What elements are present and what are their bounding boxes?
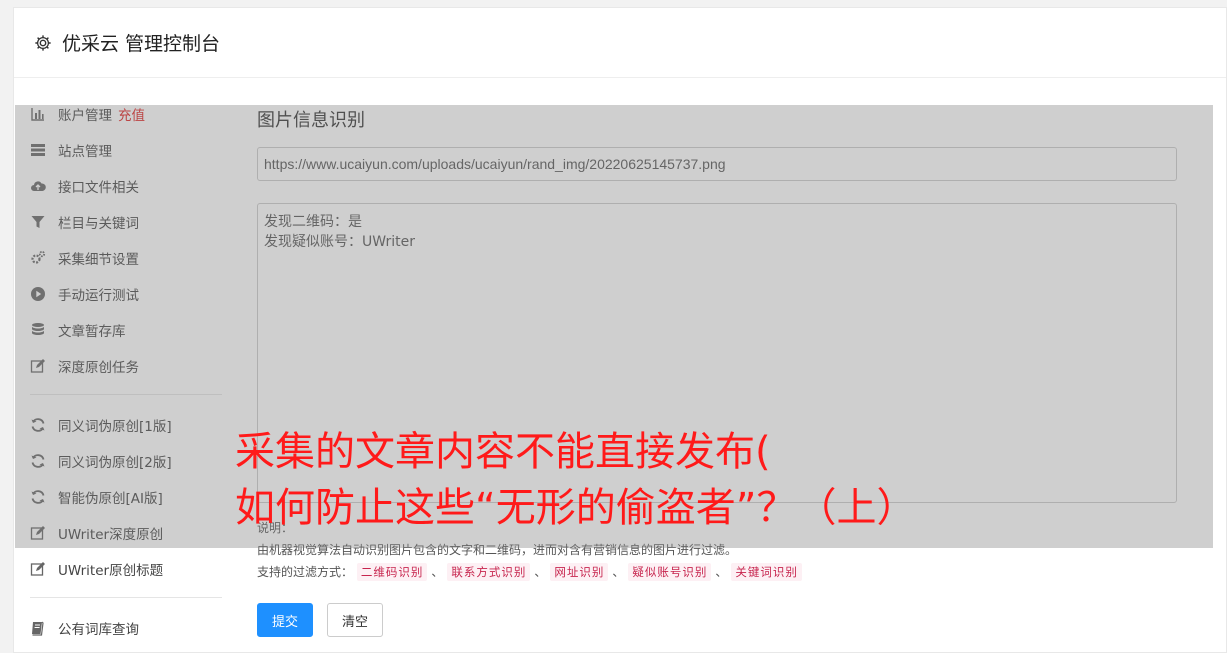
filter-icon	[30, 214, 46, 230]
edit-icon	[30, 525, 46, 541]
sidebar-item-label: 站点管理	[58, 144, 112, 160]
gear-icon	[34, 34, 52, 52]
sidebar-divider	[30, 597, 222, 598]
sidebar-item-label: UWriter深度原创	[58, 527, 164, 543]
sidebar-item-deep-original-task[interactable]: 深度原创任务	[30, 348, 222, 384]
overlay-caption-line: 如何防止这些“无形的偷盗者”？（上）	[235, 485, 917, 531]
sidebar-item-label: 深度原创任务	[58, 360, 139, 376]
sidebar-item-label: 采集细节设置	[58, 252, 139, 268]
sidebar-item-label: 同义词伪原创[1版]	[58, 419, 172, 435]
section-title: 图片信息识别	[257, 110, 365, 131]
sidebar-item-label: 账户管理	[58, 108, 112, 124]
sidebar-item-label: 手动运行测试	[58, 288, 139, 304]
sidebar-item-label: 公有词库查询	[58, 622, 139, 638]
book-icon	[30, 620, 46, 636]
sidebar-item-article-store[interactable]: 文章暂存库	[30, 312, 222, 348]
result-line: 发现二维码：是	[264, 214, 362, 230]
result-line: 发现疑似账号：UWriter	[264, 234, 415, 250]
overlay-caption: 采集的文章内容不能直接发布( 如何防止这些“无形的偷盗者”？（上）	[235, 424, 916, 536]
sidebar-item-interface-files[interactable]: 接口文件相关	[30, 168, 222, 204]
refresh-icon	[30, 417, 46, 433]
sidebar-item-synonym-v1[interactable]: 同义词伪原创[1版]	[30, 407, 222, 443]
notes-description: 由机器视觉算法自动识别图片包含的文字和二维码，进而对含有营销信息的图片进行过滤。	[257, 543, 738, 557]
submit-button[interactable]: 提交	[257, 603, 314, 637]
clear-button[interactable]: 清空	[327, 603, 384, 637]
sidebar-item-label: 接口文件相关	[58, 180, 139, 196]
edit-icon	[30, 358, 46, 374]
filter-separator: 、	[715, 565, 728, 579]
image-url-input[interactable]	[257, 147, 1177, 181]
refresh-icon	[30, 453, 46, 469]
sidebar-item-label: 文章暂存库	[58, 324, 126, 340]
sidebar-divider	[30, 394, 222, 395]
database-icon	[30, 322, 46, 338]
filter-tag: 疑似账号识别	[628, 563, 712, 581]
recharge-link[interactable]: 充值	[118, 104, 145, 124]
filter-tag: 关键词识别	[731, 563, 802, 581]
sidebar: 账户管理 充值 站点管理 接口文件相关 栏目与关键词 采集细节设置 手动运行测试…	[30, 96, 222, 646]
cogs-icon	[30, 250, 46, 266]
filter-separator: 、	[534, 565, 547, 579]
sidebar-item-sites[interactable]: 站点管理	[30, 132, 222, 168]
sidebar-item-uwriter-title[interactable]: UWriter原创标题	[30, 551, 222, 587]
console-header: 优采云 管理控制台	[14, 8, 1226, 78]
action-buttons: 提交 清空	[257, 603, 384, 637]
play-circle-icon	[30, 286, 46, 302]
filter-tag: 二维码识别	[356, 563, 428, 581]
sidebar-item-label: 智能伪原创[AI版]	[58, 491, 163, 507]
sidebar-item-manual-run[interactable]: 手动运行测试	[30, 276, 222, 312]
cloud-upload-icon	[30, 178, 46, 194]
sidebar-item-synonym-v2[interactable]: 同义词伪原创[2版]	[30, 443, 222, 479]
sidebar-item-label: UWriter原创标题	[58, 563, 164, 579]
sidebar-item-collect-settings[interactable]: 采集细节设置	[30, 240, 222, 276]
overlay-caption-line: 采集的文章内容不能直接发布(	[235, 429, 771, 475]
sidebar-item-label: 同义词伪原创[2版]	[58, 455, 172, 471]
sidebar-item-public-lexicon[interactable]: 公有词库查询	[30, 610, 222, 646]
filters-label: 支持的过滤方式：	[257, 565, 354, 579]
refresh-icon	[30, 489, 46, 505]
filter-tag: 网址识别	[550, 563, 609, 581]
filter-separator: 、	[431, 565, 444, 579]
sidebar-item-columns-keywords[interactable]: 栏目与关键词	[30, 204, 222, 240]
filter-tag: 联系方式识别	[447, 563, 531, 581]
page-title: 优采云 管理控制台	[62, 33, 221, 55]
filter-methods: 支持的过滤方式： 二维码识别、联系方式识别、网址识别、疑似账号识别、关键词识别	[257, 561, 1177, 583]
sidebar-item-account[interactable]: 账户管理 充值	[30, 96, 222, 132]
sidebar-item-uwriter-deep[interactable]: UWriter深度原创	[30, 515, 222, 551]
filter-separator: 、	[612, 565, 625, 579]
edit-icon	[30, 561, 46, 577]
sidebar-item-ai-rewrite[interactable]: 智能伪原创[AI版]	[30, 479, 222, 515]
bar-chart-icon	[30, 106, 46, 122]
server-icon	[30, 142, 46, 158]
sidebar-item-label: 栏目与关键词	[58, 216, 139, 232]
